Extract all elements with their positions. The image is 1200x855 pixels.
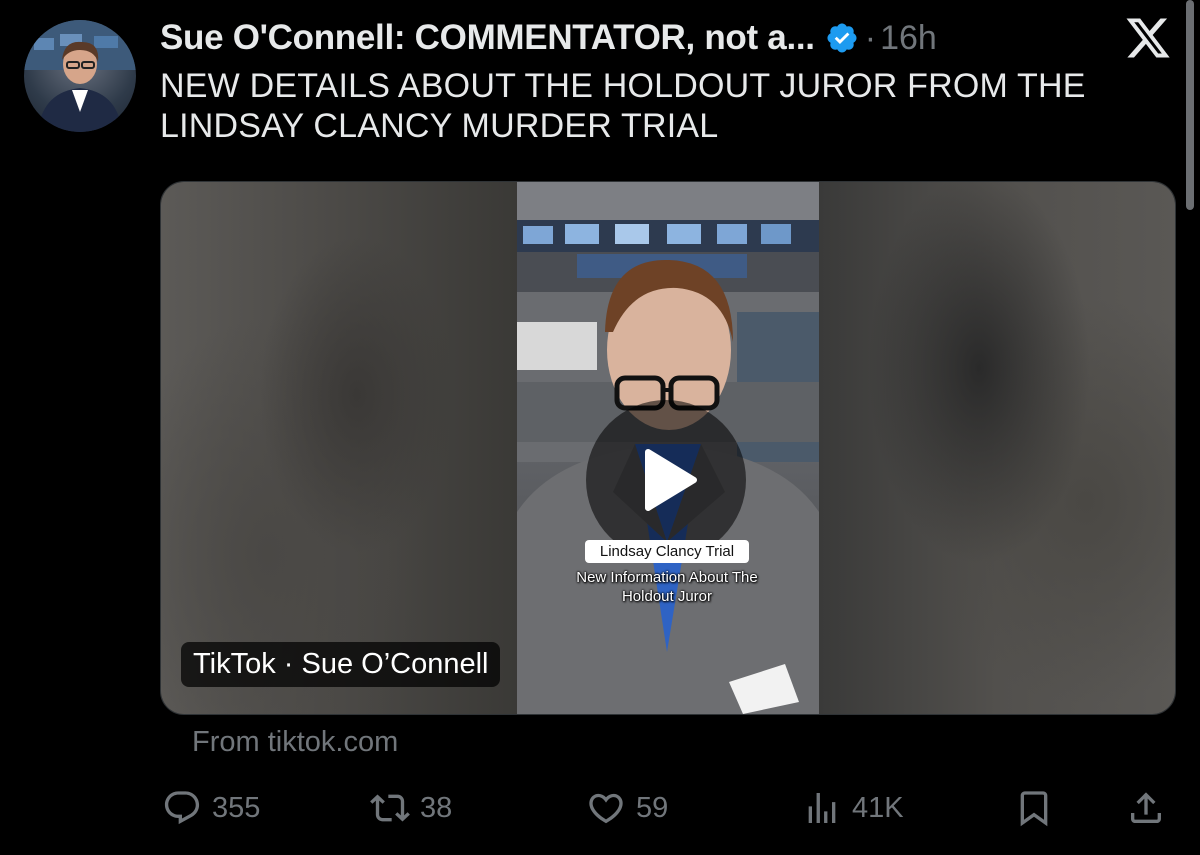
views-button[interactable]: 41K: [802, 780, 904, 836]
repost-button[interactable]: 38: [370, 780, 452, 836]
tweet-action-bar: 355 38 59 41K: [0, 780, 1200, 836]
bookmark-button[interactable]: [1014, 780, 1054, 836]
repost-count: 38: [420, 791, 453, 824]
reply-count: 355: [212, 791, 261, 824]
link-domain[interactable]: From tiktok.com: [192, 726, 398, 759]
like-count: 59: [636, 791, 669, 824]
media-source-label: TikTok · Sue O’Connell: [181, 642, 501, 687]
scrollbar[interactable]: [1186, 0, 1194, 210]
share-icon: [1131, 792, 1161, 823]
like-button[interactable]: 59: [586, 780, 668, 836]
play-button[interactable]: [586, 400, 746, 560]
views-bar-chart-icon: [808, 793, 836, 823]
separator-dot: ·: [864, 18, 877, 57]
reply-icon: [164, 791, 200, 825]
blurred-background-right: [819, 182, 1175, 714]
blurred-background-left: [161, 182, 517, 714]
share-button[interactable]: [1126, 780, 1166, 836]
author-avatar[interactable]: [24, 20, 136, 132]
verified-badge-icon: [827, 23, 857, 53]
tweet-header: Sue O'Connell: COMMENTATOR, not a... · 1…: [160, 16, 937, 60]
heart-icon: [589, 793, 623, 824]
x-logo-icon: [1126, 18, 1170, 58]
repost-icon: [370, 794, 410, 822]
bookmark-icon: [1020, 791, 1048, 827]
video-caption-title: Lindsay Clancy Trial: [585, 540, 749, 563]
tweet-text: NEW DETAILS ABOUT THE HOLDOUT JUROR FROM…: [160, 67, 1086, 145]
video-card[interactable]: Lindsay Clancy Trial New Information Abo…: [160, 181, 1176, 715]
play-icon: [645, 449, 697, 511]
view-count: 41K: [852, 791, 904, 824]
timestamp[interactable]: 16h: [880, 19, 937, 58]
author-name[interactable]: Sue O'Connell: COMMENTATOR, not a...: [160, 18, 815, 58]
reply-button[interactable]: 355: [162, 780, 260, 836]
video-caption-subtitle: New Information About The Holdout Juror: [576, 569, 758, 605]
